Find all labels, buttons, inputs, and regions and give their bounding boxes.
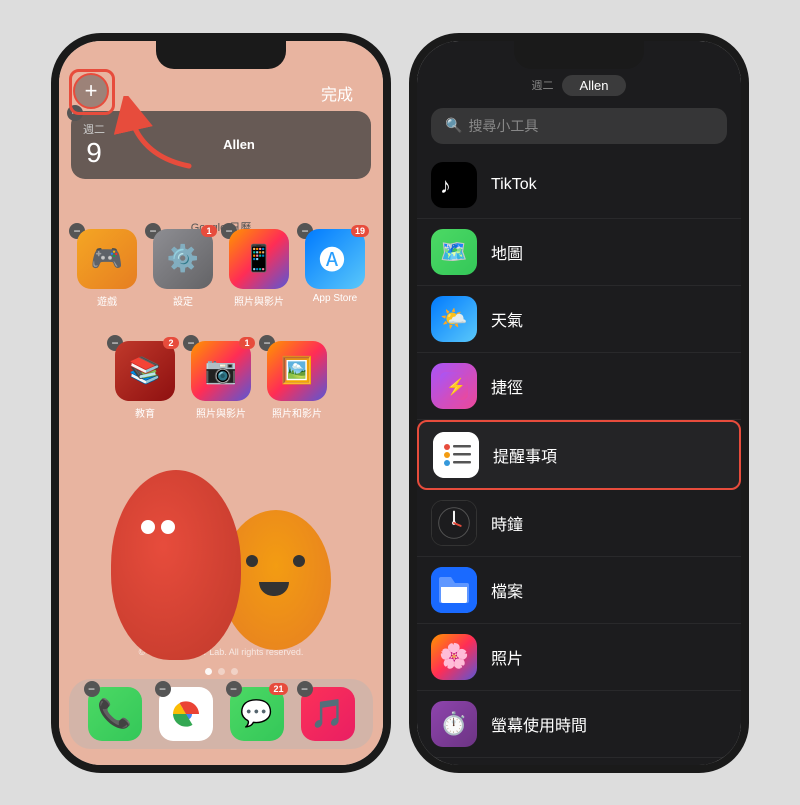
svg-text:⚡: ⚡ [446, 377, 466, 396]
page-dots [59, 668, 383, 675]
app-img-settings: ⚙️ 1 [153, 229, 213, 289]
app-img-photos: 📱 [229, 229, 289, 289]
list-item-calendar[interactable]: 9 行事曆 [417, 758, 741, 765]
app-icon-photos[interactable]: − 📱 照片與影片 [225, 229, 293, 308]
app-icon-photos2[interactable]: − 📷 1 照片與影片 [187, 341, 255, 420]
left-phone: + 完成 − [51, 33, 391, 773]
list-name-photos: 照片 [491, 645, 523, 669]
list-item-screentime[interactable]: ⏱️ 螢幕使用時間 [417, 691, 741, 758]
app-icon-games[interactable]: − 🎮 遊戲 [73, 229, 141, 308]
app-label-appstore: App Store [313, 293, 357, 304]
list-icon-files [431, 567, 477, 613]
search-bar[interactable]: 🔍 搜尋小工具 [431, 108, 727, 144]
app-img-photos3: 🖼️ [267, 341, 327, 401]
list-name-screentime: 螢幕使用時間 [491, 712, 587, 736]
dock-music[interactable]: − 🎵 [301, 687, 355, 741]
badge-photos2: 1 [239, 337, 255, 349]
app-grid-row1: − 🎮 遊戲 − ⚙️ 1 設定 − 📱 照片與影片 [71, 229, 371, 308]
app-icon-edu[interactable]: − 📚 2 教育 [111, 341, 179, 420]
search-placeholder: 搜尋小工具 [468, 116, 538, 136]
app-img-games: 🎮 [77, 229, 137, 289]
app-img-appstore: 🅐 19 [305, 229, 365, 289]
badge-settings: 1 [201, 225, 217, 237]
app-label-photos2: 照片與影片 [196, 405, 246, 420]
list-item-shortcuts[interactable]: ⚡ 捷徑 [417, 353, 741, 420]
app-label-edu: 教育 [135, 405, 155, 420]
list-icon-weather: 🌤️ [431, 296, 477, 342]
list-item-files[interactable]: 檔案 [417, 557, 741, 624]
list-icon-screentime: ⏱️ [431, 701, 477, 747]
list-item-photos[interactable]: 🌸 照片 [417, 624, 741, 691]
dot-2 [218, 668, 225, 675]
list-name-clock: 時鐘 [491, 511, 523, 535]
app-label-photos: 照片與影片 [234, 293, 284, 308]
copyright: © Sticky Monster Lab. All rights reserve… [59, 647, 383, 657]
list-name-weather: 天氣 [491, 307, 523, 331]
svg-text:🅐: 🅐 [319, 245, 345, 275]
app-img-edu: 📚 2 [115, 341, 175, 401]
main-container: + 完成 − [0, 0, 800, 805]
dock-chrome[interactable]: − [159, 687, 213, 741]
right-weekday: 週二 [532, 77, 554, 93]
done-button[interactable]: 完成 [321, 81, 353, 105]
app-list: ♪ TikTok 🗺️ 地圖 🌤️ 天氣 [417, 152, 741, 765]
app-grid-row2: − 📚 2 教育 − 📷 1 照片與影片 − 🖼️ [71, 341, 371, 420]
dock-messages[interactable]: − 💬 21 [230, 687, 284, 741]
right-user-pill: Allen [562, 75, 627, 96]
list-name-maps: 地圖 [491, 240, 523, 264]
list-name-tiktok: TikTok [491, 176, 537, 194]
dock-minus-phone[interactable]: − [84, 681, 100, 697]
dock-phone[interactable]: − 📞 [88, 687, 142, 741]
app-label-settings: 設定 [173, 293, 193, 308]
svg-text:♪: ♪ [440, 173, 451, 198]
widget-day: 9 [86, 137, 102, 169]
list-item-maps[interactable]: 🗺️ 地圖 [417, 219, 741, 286]
widget-weekday: 週二 [83, 121, 105, 137]
app-label-photos3: 照片和影片 [272, 405, 322, 420]
list-name-shortcuts: 捷徑 [491, 374, 523, 398]
red-arrow [109, 96, 199, 176]
app-icon-photos3[interactable]: − 🖼️ 照片和影片 [263, 341, 331, 420]
app-img-photos2: 📷 1 [191, 341, 251, 401]
list-icon-clock [431, 500, 477, 546]
dock-minus-music[interactable]: − [297, 681, 313, 697]
badge-edu: 2 [163, 337, 179, 349]
list-item-tiktok[interactable]: ♪ TikTok [417, 152, 741, 219]
list-item-reminders[interactable]: 提醒事項 [417, 420, 741, 490]
mascots [59, 440, 383, 660]
dot-1 [205, 668, 212, 675]
right-screen: 週二 Allen 🔍 搜尋小工具 ♪ TikTok [417, 41, 741, 765]
mascot-red [111, 470, 241, 660]
list-name-files: 檔案 [491, 578, 523, 602]
list-name-reminders: 提醒事項 [493, 443, 557, 467]
list-icon-tiktok: ♪ [431, 162, 477, 208]
status-bar-right: 週二 Allen [417, 69, 741, 100]
right-phone: 週二 Allen 🔍 搜尋小工具 ♪ TikTok [409, 33, 749, 773]
left-phone-notch [156, 41, 286, 69]
list-icon-photos: 🌸 [431, 634, 477, 680]
app-label-games: 遊戲 [97, 293, 117, 308]
app-icon-appstore[interactable]: − 🅐 19 App Store [301, 229, 369, 308]
dot-3 [231, 668, 238, 675]
list-item-weather[interactable]: 🌤️ 天氣 [417, 286, 741, 353]
search-icon: 🔍 [445, 117, 462, 134]
list-icon-maps: 🗺️ [431, 229, 477, 275]
list-icon-shortcuts: ⚡ [431, 363, 477, 409]
app-icon-settings[interactable]: − ⚙️ 1 設定 [149, 229, 217, 308]
left-screen: + 完成 − [59, 41, 383, 765]
badge-appstore: 19 [351, 225, 369, 237]
list-icon-reminders [433, 432, 479, 478]
right-phone-notch [514, 41, 644, 69]
list-item-clock[interactable]: 時鐘 [417, 490, 741, 557]
badge-messages: 21 [269, 683, 287, 695]
dock-minus-chrome[interactable]: − [155, 681, 171, 697]
dock: − 📞 − − 💬 [69, 679, 373, 749]
dock-minus-messages[interactable]: − [226, 681, 242, 697]
